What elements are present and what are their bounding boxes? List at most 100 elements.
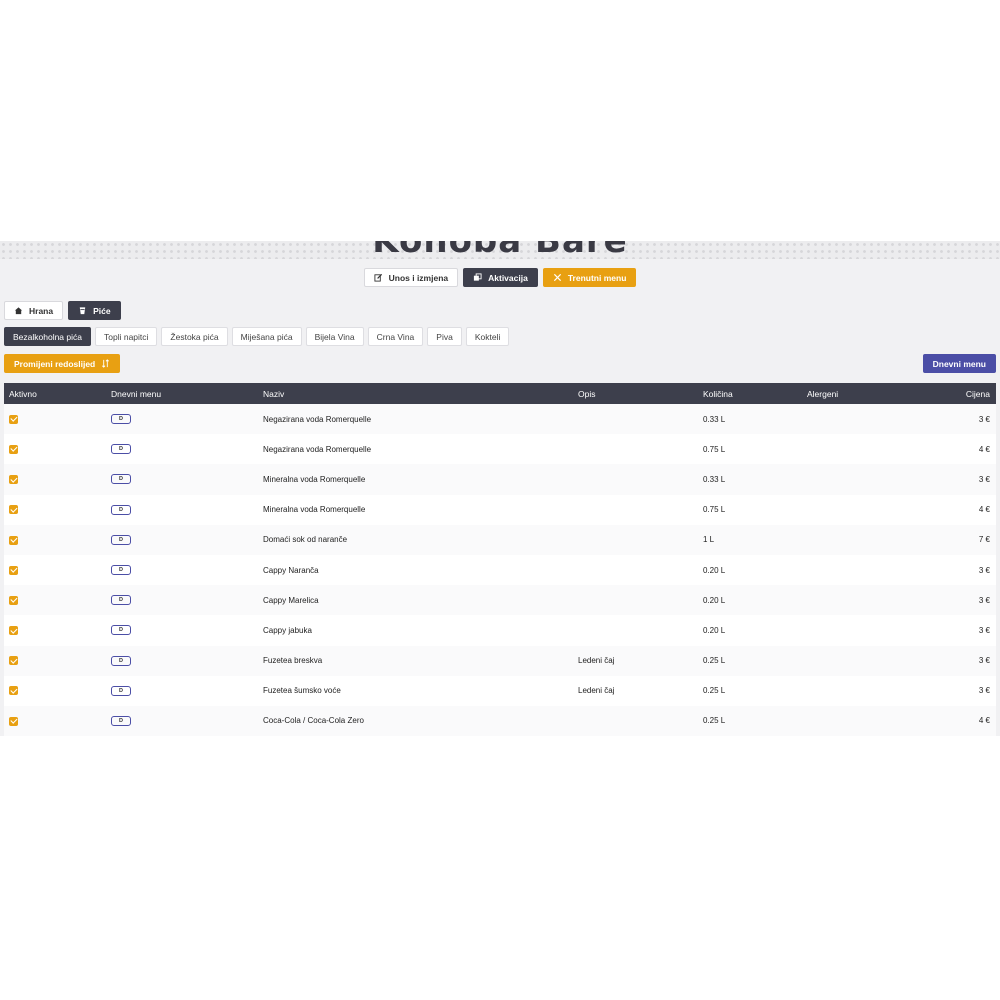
item-name: Mineralna voda Romerquelle — [263, 474, 366, 484]
daily-menu-cell: D — [106, 434, 258, 464]
item-price: 3 € — [978, 686, 990, 696]
col-naziv: Naziv — [263, 388, 285, 399]
daily-menu-button[interactable]: Dnevni menu — [922, 354, 996, 373]
daily-menu-badge[interactable]: D — [111, 655, 131, 666]
col-kolicina: Količina — [703, 388, 733, 399]
active-checkbox-cell — [4, 676, 106, 706]
col-cijena: Cijena — [965, 388, 990, 399]
subtab-mijesana-pica[interactable]: Miješana pića — [231, 327, 302, 346]
item-allergens — [802, 555, 917, 585]
edit-button[interactable]: Unos i izmjena — [363, 268, 459, 287]
copy-icon — [474, 273, 482, 281]
change-order-label: Promijeni redoslijed — [14, 358, 96, 369]
active-checkbox[interactable] — [9, 656, 18, 666]
table-row: D Fuzetea šumsko voće Ledeni čaj 0.25 L 3 € — [4, 675, 996, 706]
daily-menu-badge[interactable]: D — [111, 444, 131, 455]
item-price: 3 € — [978, 474, 990, 484]
item-price: 4 € — [978, 444, 990, 454]
active-checkbox-cell — [4, 525, 106, 555]
active-checkbox[interactable] — [9, 444, 18, 454]
app-frame: Konoba Bare Unos i izmjena Aktivacija Tr… — [0, 241, 1000, 736]
item-description — [573, 555, 698, 585]
subtab-bijela-vina[interactable]: Bijela Vina — [305, 327, 364, 346]
item-description — [573, 585, 698, 615]
item-quantity: 0.25 L — [703, 686, 726, 696]
subtab-crna-vina[interactable]: Crna Vina — [367, 327, 424, 346]
col-opis: Opis — [578, 388, 596, 399]
table-row: D Mineralna voda Romerquelle 0.33 L 3 € — [4, 464, 996, 495]
subtab-zestoka-pica[interactable]: Žestoka pića — [161, 327, 228, 346]
table-row: D Coca-Cola / Coca-Cola Zero 0.25 L 4 € — [4, 705, 996, 736]
item-allergens — [802, 615, 917, 645]
item-name: Fuzetea šumsko voće — [263, 686, 341, 696]
col-dnevni-menu: Dnevni menu — [111, 388, 162, 399]
item-price: 3 € — [978, 656, 990, 666]
table-row: D Cappy Marelica 0.20 L 3 € — [4, 585, 996, 616]
tab-pice[interactable]: Piće — [68, 301, 121, 320]
item-description — [573, 615, 698, 645]
table-row: D Fuzetea breskva Ledeni čaj 0.25 L 3 € — [4, 645, 996, 676]
daily-menu-cell: D — [106, 646, 258, 676]
daily-menu-badge[interactable]: D — [111, 414, 131, 425]
table-row: D Mineralna voda Romerquelle 0.75 L 4 € — [4, 494, 996, 525]
item-description — [573, 525, 698, 555]
change-order-button[interactable]: Promijeni redoslijed — [4, 354, 121, 373]
activation-button-label: Aktivacija — [488, 272, 528, 283]
item-quantity: 0.20 L — [703, 625, 726, 635]
item-price: 3 € — [978, 595, 990, 605]
daily-menu-cell: D — [106, 706, 258, 736]
active-checkbox-cell — [4, 434, 106, 464]
active-checkbox[interactable] — [9, 716, 18, 726]
item-name: Negazirana voda Romerquelle — [263, 414, 372, 424]
active-checkbox[interactable] — [9, 626, 18, 636]
edit-icon — [374, 273, 382, 282]
active-checkbox[interactable] — [9, 595, 18, 605]
col-alergeni: Alergeni — [807, 388, 839, 399]
active-checkbox[interactable] — [9, 565, 18, 575]
active-checkbox-cell — [4, 706, 106, 736]
active-checkbox-cell — [4, 555, 106, 585]
item-quantity: 0.75 L — [703, 444, 726, 454]
item-quantity: 0.20 L — [703, 595, 726, 605]
daily-menu-cell: D — [106, 525, 258, 555]
daily-menu-cell: D — [106, 585, 258, 615]
daily-menu-badge[interactable]: D — [111, 685, 131, 696]
subtab-piva[interactable]: Piva — [427, 327, 462, 346]
daily-menu-badge[interactable]: D — [111, 504, 131, 515]
daily-menu-badge[interactable]: D — [111, 715, 131, 726]
daily-menu-badge[interactable]: D — [111, 625, 131, 636]
daily-menu-badge[interactable]: D — [111, 595, 131, 606]
subtab-bezalkoholna-pica[interactable]: Bezalkoholna pića — [4, 327, 91, 346]
item-description — [573, 464, 698, 494]
item-allergens — [802, 646, 917, 676]
tab-hrana[interactable]: Hrana — [4, 301, 64, 320]
active-checkbox-cell — [4, 615, 106, 645]
table-row: D Negazirana voda Romerquelle 0.75 L 4 € — [4, 434, 996, 465]
active-checkbox-cell — [4, 464, 106, 494]
subtab-kokteli[interactable]: Kokteli — [465, 327, 510, 346]
daily-menu-badge[interactable]: D — [111, 534, 131, 545]
active-checkbox[interactable] — [9, 686, 18, 696]
item-price: 3 € — [978, 625, 990, 635]
item-quantity: 1 L — [703, 535, 715, 545]
active-checkbox[interactable] — [9, 414, 18, 424]
daily-menu-badge[interactable]: D — [111, 565, 131, 576]
item-allergens — [802, 585, 917, 615]
table-header: Aktivno Dnevni menu Naziv Opis Količina … — [4, 383, 996, 404]
active-checkbox-cell — [4, 495, 106, 525]
home-icon — [14, 307, 23, 315]
activation-button[interactable]: Aktivacija — [463, 268, 538, 287]
menu-table: Aktivno Dnevni menu Naziv Opis Količina … — [4, 383, 996, 736]
current-menu-button[interactable]: Trenutni menu — [542, 268, 637, 287]
daily-menu-badge[interactable]: D — [111, 474, 131, 485]
subtab-topli-napitci[interactable]: Topli napitci — [95, 327, 158, 346]
restaurant-title: Konoba Bare — [0, 241, 1000, 259]
active-checkbox[interactable] — [9, 475, 18, 485]
item-description — [573, 434, 698, 464]
tab-pice-label: Piće — [93, 305, 111, 316]
item-allergens — [802, 706, 917, 736]
item-name: Domaći sok od naranče — [263, 535, 348, 545]
table-row: D Domaći sok od naranče 1 L 7 € — [4, 524, 996, 555]
active-checkbox[interactable] — [9, 505, 18, 515]
active-checkbox[interactable] — [9, 535, 18, 545]
